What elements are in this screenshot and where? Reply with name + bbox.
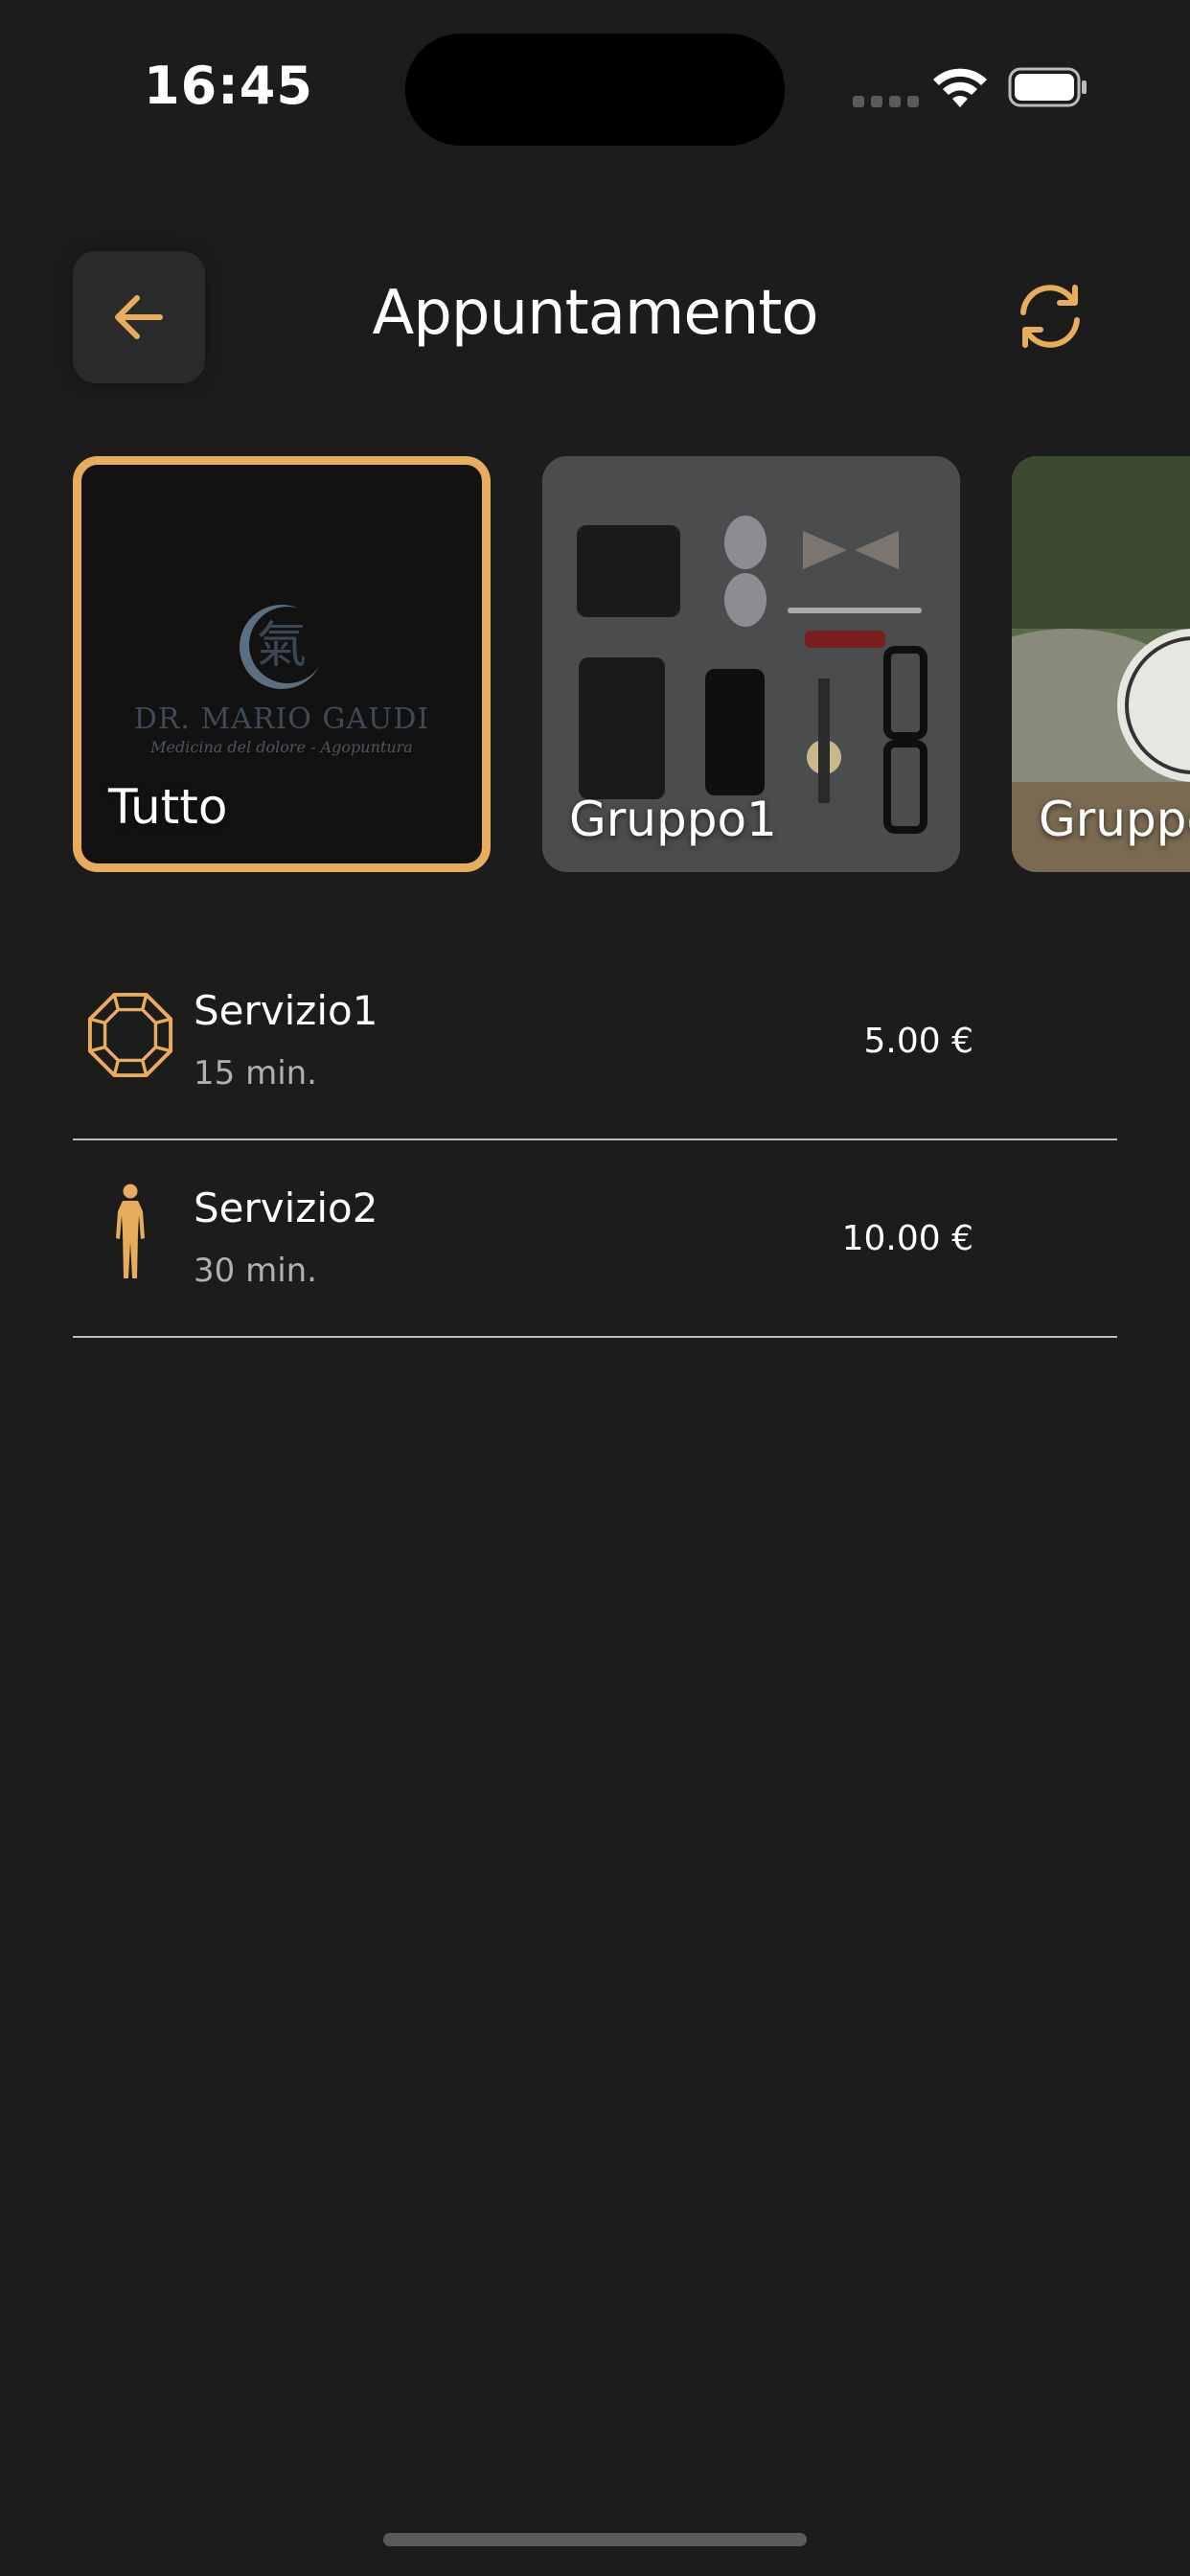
status-time: 16:45 (144, 56, 313, 116)
refresh-icon (1020, 285, 1080, 348)
refresh-button[interactable] (1008, 278, 1092, 355)
service-duration: 15 min. (194, 1054, 317, 1092)
group-label: Gruppo (1039, 792, 1190, 847)
page-title: Appuntamento (372, 278, 819, 349)
group-card-gruppo1[interactable]: Gruppo1 (542, 456, 960, 872)
list-item[interactable]: Servizio2 30 min. 10.00 € (73, 1156, 1117, 1338)
human-body-icon (86, 1184, 174, 1280)
logo-name: DR. MARIO GAUDI (133, 702, 430, 736)
back-button[interactable] (73, 251, 205, 383)
cellular-signal-icon (853, 96, 919, 107)
group-card-tutto[interactable]: 氣 DR. MARIO GAUDI Medicina del dolore - … (73, 456, 491, 872)
service-duration: 30 min. (194, 1252, 317, 1290)
group-card-gruppo2[interactable]: Gruppo (1012, 456, 1190, 872)
battery-icon (1008, 67, 1087, 107)
octagon-gem-icon (86, 987, 174, 1083)
list-item[interactable]: Servizio1 15 min. 5.00 € (73, 958, 1117, 1140)
logo-emblem-icon: 氣 (240, 605, 326, 689)
services-list: Servizio1 15 min. 5.00 € Servizio2 30 mi… (73, 958, 1117, 1353)
home-indicator[interactable] (383, 2533, 807, 2546)
service-price: 5.00 € (863, 1022, 973, 1061)
service-price: 10.00 € (841, 1219, 973, 1258)
logo-subtitle: Medicina del dolore - Agopuntura (150, 738, 413, 756)
wifi-icon (933, 68, 987, 107)
dynamic-island (405, 34, 785, 146)
svg-text:氣: 氣 (257, 617, 307, 675)
arrow-left-icon (115, 295, 163, 339)
logo: 氣 DR. MARIO GAUDI Medicina del dolore - … (81, 599, 482, 756)
group-label: Gruppo1 (569, 792, 777, 847)
service-name: Servizio1 (194, 987, 378, 1034)
groups-carousel[interactable]: 氣 DR. MARIO GAUDI Medicina del dolore - … (0, 456, 1190, 874)
service-name: Servizio2 (194, 1184, 378, 1231)
group-label: Tutto (108, 779, 228, 835)
